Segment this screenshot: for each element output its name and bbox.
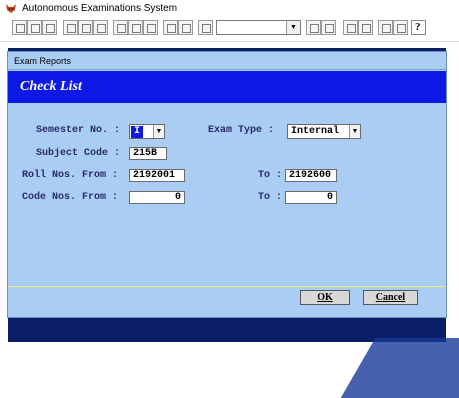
exam-reports-dialog: Exam Reports Check List Semester No. : I… bbox=[8, 52, 446, 317]
roll-from-field[interactable]: 2192001 bbox=[129, 169, 185, 182]
new-icon[interactable] bbox=[12, 20, 27, 35]
exam-type-select[interactable]: Internal ▼ bbox=[287, 124, 361, 139]
preview-icon[interactable] bbox=[78, 20, 93, 35]
code-to-field[interactable]: 0 bbox=[285, 191, 337, 204]
help-icon[interactable]: ? bbox=[411, 20, 426, 35]
subject-code-field[interactable]: 215B bbox=[129, 147, 167, 160]
roll-to-label: To : bbox=[258, 170, 283, 181]
toolbar: ▼ ? bbox=[0, 17, 459, 42]
roll-to-field[interactable]: 2192600 bbox=[285, 169, 337, 182]
spell-icon[interactable] bbox=[93, 20, 108, 35]
code-from-field[interactable]: 0 bbox=[129, 191, 185, 204]
semester-select[interactable]: I ▼ bbox=[129, 124, 165, 139]
window-titlebar: Autonomous Examinations System bbox=[0, 0, 459, 17]
table-icon[interactable] bbox=[358, 20, 373, 35]
run-icon[interactable] bbox=[198, 20, 213, 35]
window-icon[interactable] bbox=[393, 20, 408, 35]
subject-code-label: Subject Code : bbox=[36, 148, 121, 159]
desktop-decoration bbox=[340, 338, 459, 398]
semester-value: I bbox=[131, 126, 144, 138]
cancel-label: Cancel bbox=[375, 292, 406, 303]
query-icon[interactable] bbox=[343, 20, 358, 35]
roll-from-label: Roll Nos. From : bbox=[22, 170, 119, 181]
window-title: Autonomous Examinations System bbox=[22, 3, 178, 14]
paste-icon[interactable] bbox=[143, 20, 158, 35]
separator bbox=[8, 286, 446, 287]
exam-type-label: Exam Type : bbox=[208, 125, 275, 136]
copy-icon[interactable] bbox=[128, 20, 143, 35]
chart-icon[interactable] bbox=[378, 20, 393, 35]
print-icon[interactable] bbox=[63, 20, 78, 35]
ok-label: OK bbox=[317, 292, 333, 303]
chevron-down-icon[interactable]: ▼ bbox=[153, 125, 164, 138]
report-icon[interactable] bbox=[321, 20, 336, 35]
exam-type-value: Internal bbox=[291, 126, 340, 137]
app-fox-icon bbox=[6, 4, 16, 13]
banner-title: Check List bbox=[20, 79, 82, 94]
semester-label: Semester No. : bbox=[36, 125, 121, 136]
redo-icon[interactable] bbox=[178, 20, 193, 35]
ok-button[interactable]: OK bbox=[300, 290, 350, 305]
chevron-down-icon[interactable]: ▼ bbox=[349, 125, 360, 138]
dialog-title: Exam Reports bbox=[14, 56, 72, 66]
cancel-button[interactable]: Cancel bbox=[363, 290, 418, 305]
cut-icon[interactable] bbox=[113, 20, 128, 35]
open-icon[interactable] bbox=[27, 20, 42, 35]
dialog-titlebar: Exam Reports bbox=[8, 52, 446, 70]
code-to-label: To : bbox=[258, 192, 283, 203]
code-from-label: Code Nos. From : bbox=[22, 192, 119, 203]
chevron-down-icon[interactable]: ▼ bbox=[286, 21, 300, 34]
form-icon[interactable] bbox=[306, 20, 321, 35]
banner: Check List bbox=[8, 71, 446, 103]
save-icon[interactable] bbox=[42, 20, 57, 35]
undo-icon[interactable] bbox=[163, 20, 178, 35]
